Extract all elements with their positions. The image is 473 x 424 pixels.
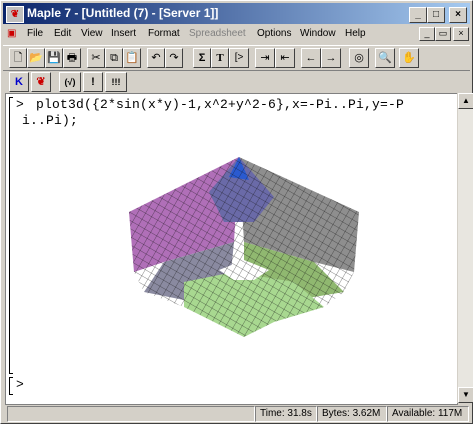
input-line-1[interactable]: plot3d({2*sin(x*y)-1,x^2+y^2-6},x=-Pi..P… [36,97,404,112]
status-time: Time: 31.8s [255,406,317,422]
close-button[interactable]: × [449,7,467,23]
back-button[interactable]: ← [301,48,321,68]
status-bar: Time: 31.8s Bytes: 3.62M Available: 117M [3,405,470,422]
window-title: Maple 7 - [Untitled (7) - [Server 1]] [27,6,219,20]
outdent-icon[interactable]: ⇤ [275,48,295,68]
redo-icon[interactable]: ↷ [165,48,183,68]
zoom-icon[interactable]: 🔍 [375,48,395,68]
title-bar[interactable]: ❦ Maple 7 - [Untitled (7) - [Server 1]] … [3,3,470,24]
math-input-button[interactable]: Σ [193,48,211,68]
vertical-scrollbar[interactable]: ▲ ▼ [457,93,473,403]
menu-help[interactable]: Help [345,28,366,39]
save-icon[interactable]: 💾 [45,48,63,68]
input-prompt: > [16,97,24,112]
maple-leaf-icon[interactable]: ❦ [6,6,24,23]
cut-icon[interactable]: ✂ [87,48,105,68]
status-bytes: Bytes: 3.62M [317,406,387,422]
menu-view[interactable]: View [81,28,103,39]
undo-icon[interactable]: ↶ [147,48,165,68]
menu-window[interactable]: Window [300,28,336,39]
empty-prompt: > [16,377,24,392]
status-message [7,406,255,422]
input-line-2[interactable]: i..Pi); [22,113,78,128]
insert-prompt-button[interactable]: [> [229,48,249,68]
mdi-close-button[interactable]: × [453,27,469,41]
maximize-button[interactable]: □ [427,7,445,23]
mdi-restore-button[interactable]: ▭ [435,27,451,41]
menu-options[interactable]: Options [257,28,291,39]
menu-insert[interactable]: Insert [111,28,136,39]
k-button[interactable]: K [9,72,29,92]
print-icon[interactable]: 🖶 [63,48,81,68]
worksheet[interactable]: > plot3d({2*sin(x*y)-1,x^2+y^2-6},x=-Pi.… [5,93,458,405]
indent-icon[interactable]: ⇥ [255,48,275,68]
menu-bar: ▣ File Edit View Insert Format Spreadshe… [3,26,470,43]
menu-format[interactable]: Format [148,28,180,39]
menu-file[interactable]: File [27,28,43,39]
execution-group-bracket[interactable] [9,97,13,374]
execute-all-button[interactable]: !!! [105,72,127,92]
copy-icon[interactable]: ⧉ [105,48,123,68]
paste-icon[interactable]: 📋 [123,48,141,68]
sqrt-button[interactable]: (√) [59,72,81,92]
minimize-button[interactable]: _ [409,7,427,23]
empty-group-bracket[interactable] [9,377,13,395]
scroll-up-icon[interactable]: ▲ [458,93,473,109]
document-icon[interactable]: ▣ [7,28,16,39]
maple-window: ❦ Maple 7 - [Untitled (7) - [Server 1]] … [0,0,473,424]
new-icon[interactable]: 🗋 [9,48,27,68]
maple-leaf-button[interactable]: ❦ [31,72,51,92]
menu-spreadsheet[interactable]: Spreadsheet [189,28,246,39]
globe-icon[interactable]: ◎ [349,48,369,68]
open-icon[interactable]: 📂 [27,48,45,68]
text-input-button[interactable]: T [211,48,229,68]
mesh-overlay [129,157,359,337]
status-available: Available: 117M [387,406,469,422]
surface-plot[interactable] [124,152,374,342]
execute-button[interactable]: ! [83,72,103,92]
menu-edit[interactable]: Edit [54,28,71,39]
scroll-down-icon[interactable]: ▼ [458,387,473,403]
main-toolbar: 🗋 📂 💾 🖶 ✂ ⧉ 📋 ↶ ↷ Σ T [> ⇥ ⇤ ← → ◎ 🔍 ✋ [3,45,470,71]
stop-icon[interactable]: ✋ [399,48,419,68]
mdi-minimize-button[interactable]: _ [419,27,435,41]
forward-button[interactable]: → [321,48,341,68]
